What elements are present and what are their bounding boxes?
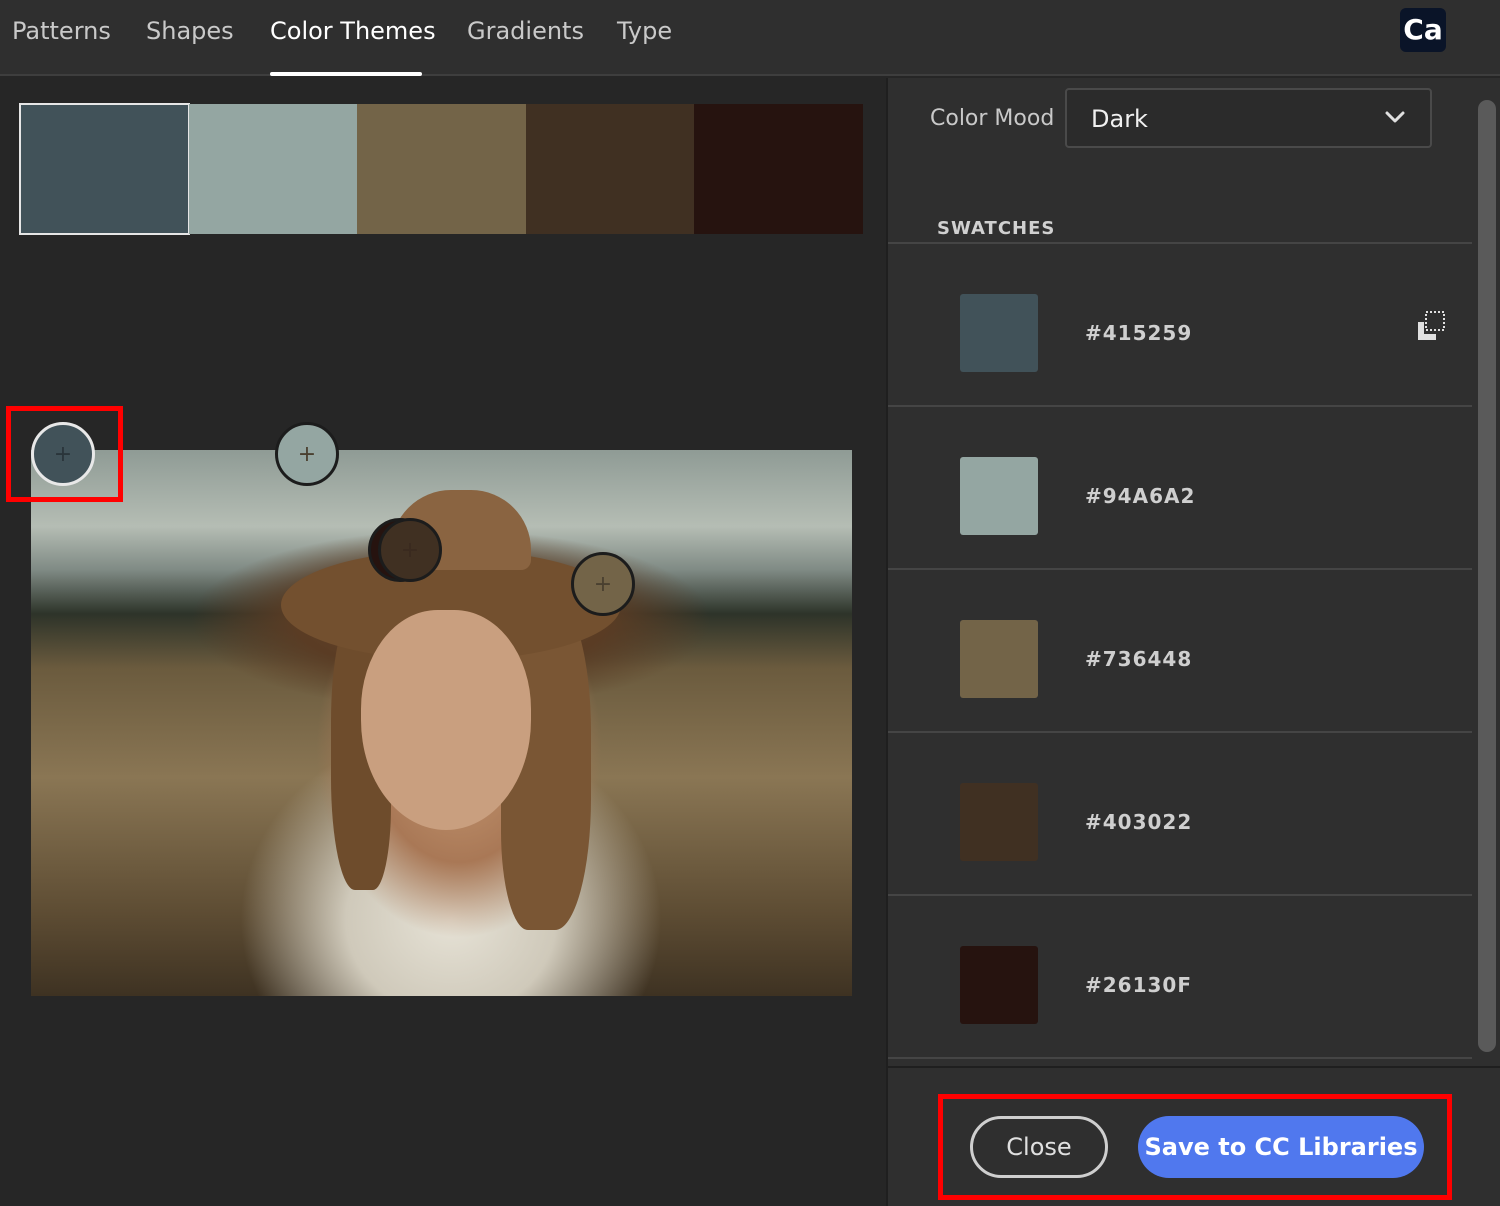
copy-icon[interactable] [1414, 310, 1448, 344]
swatch-row[interactable]: #403022 [888, 733, 1472, 896]
swatch-row[interactable]: #736448 [888, 570, 1472, 733]
palette-swatch-1[interactable] [19, 103, 190, 235]
tab-shapes[interactable]: Shapes [146, 14, 234, 48]
color-theme-palette [19, 103, 863, 235]
color-picker-handle-2[interactable]: + [275, 422, 339, 486]
photo-detail [361, 610, 531, 830]
chevron-down-icon [1385, 111, 1405, 123]
swatches-heading: SWATCHES [937, 218, 1056, 239]
palette-swatch-4[interactable] [525, 104, 695, 234]
app-logo-badge[interactable]: Ca [1400, 8, 1446, 52]
active-tab-indicator [270, 72, 422, 76]
swatch-row[interactable]: #94A6A2 [888, 407, 1472, 570]
swatch-hex-value: #94A6A2 [1085, 484, 1196, 508]
swatch-row[interactable]: #415259 [888, 244, 1472, 407]
highlight-box-picker [6, 406, 123, 502]
palette-swatch-3[interactable] [357, 104, 526, 234]
swatch-hex-value: #736448 [1085, 647, 1193, 671]
swatches-panel: Color Mood Dark SWATCHES #415259 #94A6A2… [886, 78, 1500, 1206]
color-mood-value: Dark [1091, 105, 1148, 133]
color-picker-handle-5[interactable]: + [571, 552, 635, 616]
swatch-chip[interactable] [960, 783, 1038, 861]
highlight-box-buttons [938, 1094, 1452, 1200]
swatch-chip[interactable] [960, 294, 1038, 372]
panel-scrollbar[interactable] [1478, 100, 1496, 1052]
dialog-footer: Close Save to CC Libraries [888, 1066, 1500, 1206]
swatch-row[interactable]: #26130F [888, 896, 1472, 1059]
top-tab-bar: Patterns Shapes Color Themes Gradients T… [0, 0, 1500, 76]
palette-swatch-2[interactable] [188, 104, 358, 234]
tab-gradients[interactable]: Gradients [467, 14, 584, 48]
swatch-hex-value: #415259 [1085, 321, 1193, 345]
color-mood-label: Color Mood [930, 106, 1055, 131]
source-photo [31, 450, 852, 996]
swatch-chip[interactable] [960, 620, 1038, 698]
swatch-chip[interactable] [960, 946, 1038, 1024]
tab-type[interactable]: Type [617, 14, 672, 48]
color-picker-handle-4[interactable]: + [378, 518, 442, 582]
tab-color-themes[interactable]: Color Themes [270, 14, 436, 48]
theme-editor-pane: + + + + + [0, 78, 886, 1206]
swatch-hex-value: #403022 [1085, 810, 1193, 834]
swatch-chip[interactable] [960, 457, 1038, 535]
tab-patterns[interactable]: Patterns [12, 14, 111, 48]
color-mood-dropdown[interactable]: Dark [1065, 88, 1432, 148]
palette-swatch-5[interactable] [694, 104, 863, 234]
swatch-list: #415259 #94A6A2 #736448 #403022 #26130F [888, 242, 1472, 1059]
swatch-hex-value: #26130F [1085, 973, 1192, 997]
